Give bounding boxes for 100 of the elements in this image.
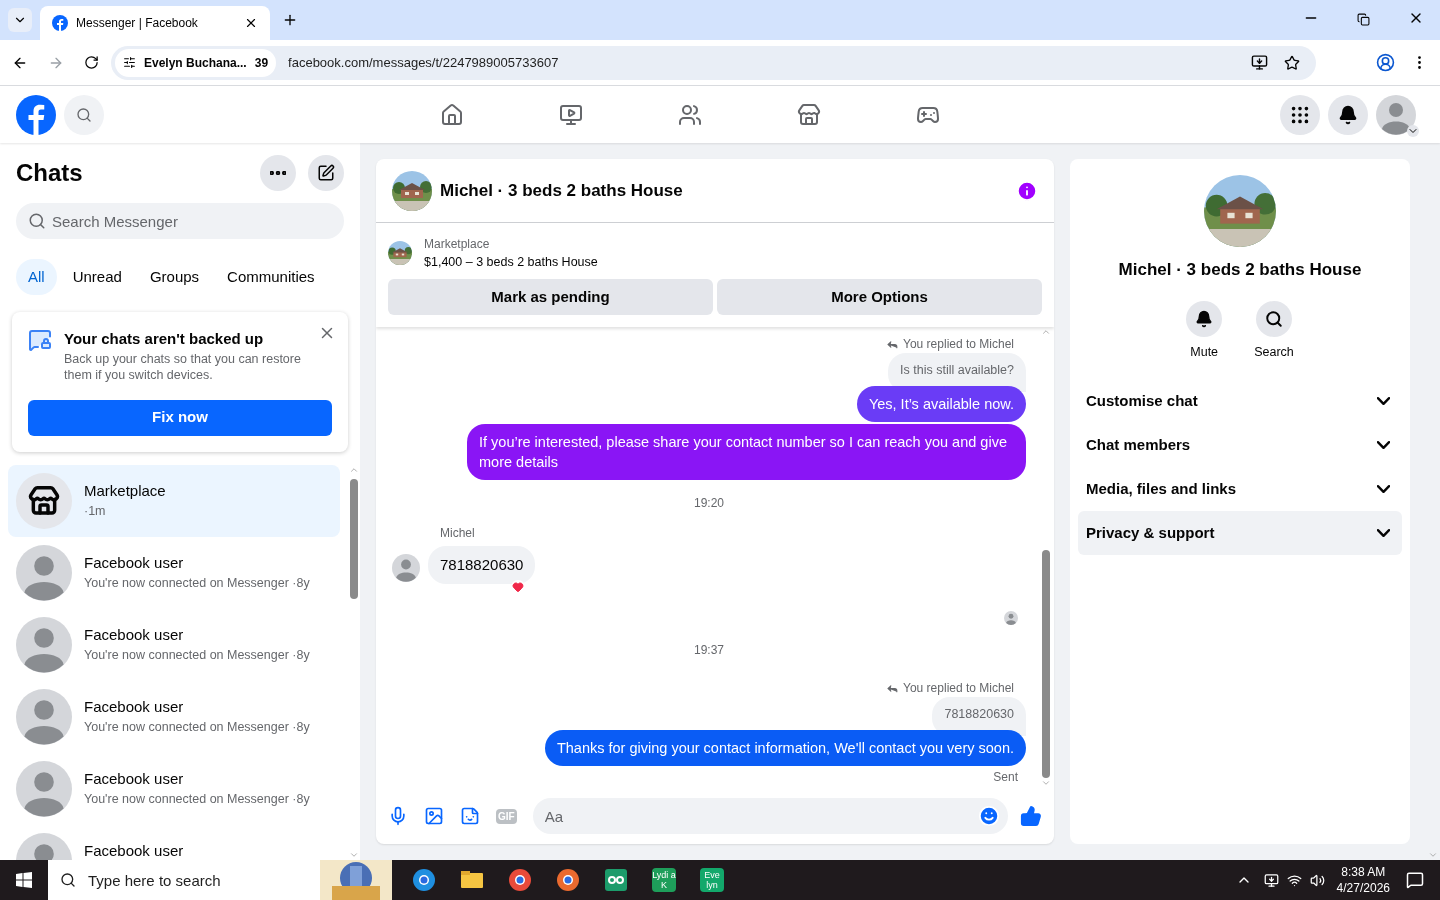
filter-tab[interactable]: Groups: [137, 259, 212, 295]
chevron-down-icon: [1377, 529, 1390, 538]
search-icon: [28, 212, 46, 230]
chat-name: Facebook user: [84, 840, 184, 860]
sender-avatar: [392, 554, 420, 583]
search-icon: [60, 872, 76, 888]
outgoing-message: Thanks for giving your contact information, We'll contact you very soon.: [544, 730, 1026, 766]
filter-tab[interactable]: All: [16, 259, 57, 295]
taskbar-search-field[interactable]: Type here to search: [48, 860, 320, 900]
address-bar[interactable]: Evelyn Buchana... 39 facebook.com/messages/t/2247989005733607: [111, 45, 1316, 80]
more-icon: [270, 171, 286, 175]
tab-title: Messenger | Facebook: [76, 15, 199, 32]
site-info-chip[interactable]: Evelyn Buchana... 39: [115, 48, 277, 77]
chat-name: Facebook user: [84, 624, 185, 645]
user-avatar: [16, 688, 72, 745]
chat-list-item[interactable]: Facebook user You're now connected on Messenger ·8y: [8, 752, 340, 825]
listing-text: $1,400 – 3 beds 2 baths House: [424, 254, 598, 271]
app-icon[interactable]: [556, 868, 580, 892]
app-icon[interactable]: [508, 868, 532, 892]
sender-name: Michel: [440, 524, 476, 542]
new-tab-icon[interactable]: [282, 12, 298, 28]
home-icon[interactable]: [440, 102, 464, 127]
chat-list-item[interactable]: Facebook user You're now connected on Messenger ·8y: [8, 536, 340, 609]
image-icon[interactable]: [424, 806, 444, 826]
chat-list-item[interactable]: Facebook user You're now connected on Messenger ·8y: [8, 608, 340, 681]
account-avatar: [1376, 94, 1416, 135]
chevron-down-icon: [1377, 397, 1390, 406]
compose-button[interactable]: [308, 155, 344, 191]
section-row[interactable]: Media, files and links: [1078, 467, 1402, 512]
store-icon[interactable]: [797, 102, 821, 127]
search-icon: [1265, 309, 1283, 328]
volume-icon[interactable]: [1309, 872, 1325, 888]
friends-icon[interactable]: [678, 102, 702, 127]
conversation-title: Michel · 3 beds 2 baths House: [440, 179, 684, 202]
user-avatar: [16, 544, 72, 601]
action-label: Search: [1254, 343, 1294, 361]
chevron-down-icon: [1377, 441, 1390, 450]
emoji-icon[interactable]: [978, 805, 1000, 827]
chat-list-item[interactable]: Marketplace ·1m: [8, 464, 340, 537]
fix-now-button[interactable]: Fix now: [28, 399, 332, 436]
message-input[interactable]: Aa: [532, 798, 1008, 834]
chevron-down-icon: [1377, 485, 1390, 494]
sent-status: Sent: [993, 769, 1018, 786]
listing-label: Marketplace: [424, 236, 491, 253]
install-icon[interactable]: [1251, 54, 1268, 71]
notifications-icon[interactable]: [1406, 871, 1424, 889]
app-icon[interactable]: [412, 868, 436, 892]
browser-tab[interactable]: Messenger | Facebook: [40, 6, 270, 40]
chat-name: Facebook user: [84, 552, 185, 573]
contact-name: Michel · 3 beds 2 baths House: [1118, 259, 1362, 281]
network-icon[interactable]: [1286, 872, 1302, 888]
chat-preview: You're now connected on Messenger ·8y: [84, 791, 310, 808]
mute-button[interactable]: [1186, 300, 1223, 337]
like-icon[interactable]: [1020, 805, 1042, 827]
bell-icon: [1338, 104, 1358, 125]
chip-count: 39: [254, 54, 269, 72]
chat-list-item[interactable]: Facebook user You're now connected on Messenger ·8y: [8, 680, 340, 753]
tab-list-button[interactable]: [8, 8, 32, 32]
search-field[interactable]: Search Messenger: [16, 203, 344, 239]
timestamp: 19:20: [694, 494, 724, 512]
search-button[interactable]: [1256, 300, 1292, 337]
facebook-logo-icon[interactable]: [16, 94, 56, 135]
menu-button[interactable]: [1280, 94, 1320, 135]
restore-icon[interactable]: [1357, 13, 1370, 26]
backup-text: Back up your chats so that you can restore them if you switch devices.: [64, 350, 302, 383]
section-row[interactable]: Privacy & support: [1078, 511, 1402, 556]
sticker-icon[interactable]: [460, 806, 480, 826]
device-icon[interactable]: [1263, 872, 1279, 888]
outgoing-message: Yes, It’s available now.: [856, 385, 1026, 422]
clock-time: 8:38 AM: [1341, 864, 1386, 880]
user-avatar: [16, 616, 72, 673]
bookmark-star-icon[interactable]: [1284, 54, 1300, 71]
filter-tab[interactable]: Unread: [60, 259, 134, 295]
scrollbar-thumb[interactable]: [350, 478, 358, 599]
notifications-button[interactable]: [1328, 94, 1368, 135]
user-avatar: [16, 760, 72, 817]
more-button[interactable]: [260, 155, 296, 191]
reply-note: You replied to Michel: [903, 680, 1014, 698]
action-label: Mute: [1190, 343, 1219, 361]
section-row[interactable]: Chat members: [1078, 423, 1402, 468]
microphone-icon[interactable]: [388, 806, 408, 826]
chats-title: Chats: [16, 158, 84, 188]
reload-icon[interactable]: [84, 55, 99, 70]
close-icon[interactable]: [244, 16, 258, 30]
video-icon[interactable]: [559, 102, 583, 127]
seen-avatar: [1004, 611, 1018, 626]
clock-date: 4/27/2026: [1336, 880, 1390, 896]
info-icon[interactable]: [1016, 179, 1038, 202]
windows-logo-icon[interactable]: [16, 872, 32, 888]
listing-action-button[interactable]: Mark as pending: [388, 278, 713, 315]
app-icon[interactable]: [604, 868, 628, 892]
section-row[interactable]: Customise chat: [1078, 379, 1402, 424]
filter-tab[interactable]: Communities: [215, 259, 327, 295]
chat-lock-icon: [28, 328, 52, 352]
outgoing-message: If you’re interested, please share your contact number so I can reach you and give more details: [467, 423, 1026, 480]
profile-icon[interactable]: [1376, 53, 1395, 72]
listing-action-button[interactable]: More Options: [717, 278, 1042, 315]
chat-preview: ·1m: [84, 503, 107, 520]
chat-preview: You're now connected on Messenger ·8y: [84, 719, 310, 736]
scrollbar-thumb[interactable]: [1042, 550, 1050, 778]
